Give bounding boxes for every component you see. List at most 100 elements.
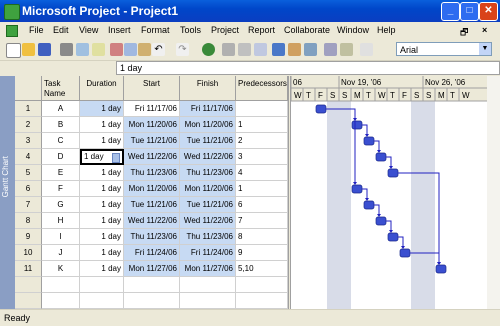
print-icon[interactable] (60, 43, 73, 56)
empty-cell[interactable] (80, 293, 124, 309)
column-header-task-name[interactable]: Task Name (42, 76, 80, 101)
task-cell-finish[interactable]: Fri 11/24/06 (180, 245, 236, 261)
task-cell-finish[interactable]: Mon 11/20/06 (180, 181, 236, 197)
task-cell-finish[interactable]: Thu 11/23/06 (180, 229, 236, 245)
task-cell-duration[interactable]: 1 day (80, 197, 124, 213)
font-select[interactable]: Arial ▼ (396, 42, 492, 56)
publish-icon[interactable] (324, 43, 337, 56)
task-cell-pred[interactable]: 9 (236, 245, 288, 261)
row-number[interactable]: 8 (15, 213, 42, 229)
task-cell-pred[interactable]: 4 (236, 165, 288, 181)
open-icon[interactable] (22, 43, 35, 56)
maximize-icon[interactable]: □ (460, 2, 479, 21)
task-cell-name[interactable]: H (42, 213, 80, 229)
task-cell-finish[interactable]: Mon 11/20/06 (180, 117, 236, 133)
menu-edit[interactable]: Edit (53, 25, 69, 35)
task-cell-name[interactable]: D (42, 149, 80, 165)
task-cell-pred[interactable]: 1 (236, 181, 288, 197)
menu-help[interactable]: Help (377, 25, 396, 35)
split-task-icon[interactable] (254, 43, 267, 56)
task-cell-pred[interactable]: 6 (236, 197, 288, 213)
task-cell-duration[interactable]: 1 day (80, 261, 124, 277)
task-cell-duration[interactable]: 1 day (80, 229, 124, 245)
task-cell-pred[interactable]: 2 (236, 133, 288, 149)
row-number[interactable] (15, 293, 42, 309)
unlink-tasks-icon[interactable] (238, 43, 251, 56)
task-cell-finish[interactable]: Fri 11/17/06 (180, 101, 236, 117)
task-cell-pred[interactable]: 5,10 (236, 261, 288, 277)
menu-collaborate[interactable]: Collaborate (284, 25, 330, 35)
entry-field[interactable]: 1 day (116, 61, 500, 75)
task-cell-duration[interactable]: 1 day (80, 133, 124, 149)
empty-cell[interactable] (42, 293, 80, 309)
menu-project[interactable]: Project (211, 25, 239, 35)
task-cell-name[interactable]: F (42, 181, 80, 197)
menu-file[interactable]: File (29, 25, 44, 35)
spelling-icon[interactable] (92, 43, 105, 56)
task-cell-start[interactable]: Wed 11/22/06 (124, 213, 180, 229)
task-cell-pred[interactable]: 8 (236, 229, 288, 245)
task-cell-name[interactable]: J (42, 245, 80, 261)
row-number[interactable]: 2 (15, 117, 42, 133)
task-cell-duration[interactable]: 1 day (80, 165, 124, 181)
task-cell-duration[interactable]: 1 day (80, 117, 124, 133)
row-number[interactable]: 6 (15, 181, 42, 197)
view-bar[interactable]: Gantt Chart (0, 76, 15, 309)
task-cell-duration[interactable]: 1 day (80, 245, 124, 261)
task-cell-finish[interactable]: Tue 11/21/06 (180, 197, 236, 213)
doc-close-icon[interactable]: × (482, 25, 487, 35)
menu-insert[interactable]: Insert (108, 25, 131, 35)
task-cell-name[interactable]: G (42, 197, 80, 213)
group-icon[interactable] (340, 43, 353, 56)
row-number[interactable]: 3 (15, 133, 42, 149)
empty-cell[interactable] (124, 293, 180, 309)
task-info-icon[interactable] (272, 43, 285, 56)
new-icon[interactable] (6, 43, 21, 58)
task-cell-start[interactable]: Mon 11/27/06 (124, 261, 180, 277)
task-cell-duration[interactable]: 1 day (80, 213, 124, 229)
copy-icon[interactable] (124, 43, 137, 56)
toolbar-options-icon[interactable] (360, 43, 373, 56)
task-cell-duration[interactable]: 1 day (80, 181, 124, 197)
column-header-finish[interactable]: Finish (180, 76, 236, 101)
duration-spinner-icon[interactable] (112, 153, 120, 163)
vertical-scrollbar[interactable] (487, 76, 500, 309)
task-cell-start[interactable]: Mon 11/20/06 (124, 181, 180, 197)
task-cell-name[interactable]: E (42, 165, 80, 181)
task-cell-name[interactable]: I (42, 229, 80, 245)
task-cell-finish[interactable]: Thu 11/23/06 (180, 165, 236, 181)
column-header-predecessors[interactable]: Predecessors (236, 76, 288, 101)
task-cell-name[interactable]: K (42, 261, 80, 277)
menu-report[interactable]: Report (248, 25, 275, 35)
column-header-start[interactable]: Start (124, 76, 180, 101)
document-icon[interactable] (6, 25, 18, 37)
task-cell-start[interactable]: Fri 11/17/06 (124, 101, 180, 117)
select-all-corner[interactable] (15, 76, 42, 101)
row-number[interactable]: 5 (15, 165, 42, 181)
task-cell-finish[interactable]: Mon 11/27/06 (180, 261, 236, 277)
empty-cell[interactable] (80, 277, 124, 293)
menu-view[interactable]: View (79, 25, 98, 35)
task-notes-icon[interactable] (288, 43, 301, 56)
task-cell-finish[interactable]: Wed 11/22/06 (180, 149, 236, 165)
empty-cell[interactable] (180, 293, 236, 309)
empty-cell[interactable] (42, 277, 80, 293)
row-number[interactable] (15, 277, 42, 293)
empty-cell[interactable] (180, 277, 236, 293)
task-cell-pred[interactable]: 3 (236, 149, 288, 165)
undo-icon[interactable]: ↶ (152, 43, 165, 56)
row-number[interactable]: 4 (15, 149, 42, 165)
task-cell-name[interactable]: A (42, 101, 80, 117)
task-cell-start[interactable]: Mon 11/20/06 (124, 117, 180, 133)
menu-format[interactable]: Format (141, 25, 170, 35)
task-cell-start[interactable]: Tue 11/21/06 (124, 133, 180, 149)
task-cell-name[interactable]: B (42, 117, 80, 133)
close-icon[interactable]: ✕ (479, 2, 498, 21)
column-header-duration[interactable]: Duration (80, 76, 124, 101)
assign-resources-icon[interactable] (304, 43, 317, 56)
menu-tools[interactable]: Tools (180, 25, 201, 35)
chevron-down-icon[interactable]: ▼ (479, 43, 491, 55)
restore-icon[interactable]: 🗗 (460, 25, 468, 41)
redo-icon[interactable]: ↷ (176, 43, 189, 56)
task-cell-start[interactable]: Thu 11/23/06 (124, 165, 180, 181)
